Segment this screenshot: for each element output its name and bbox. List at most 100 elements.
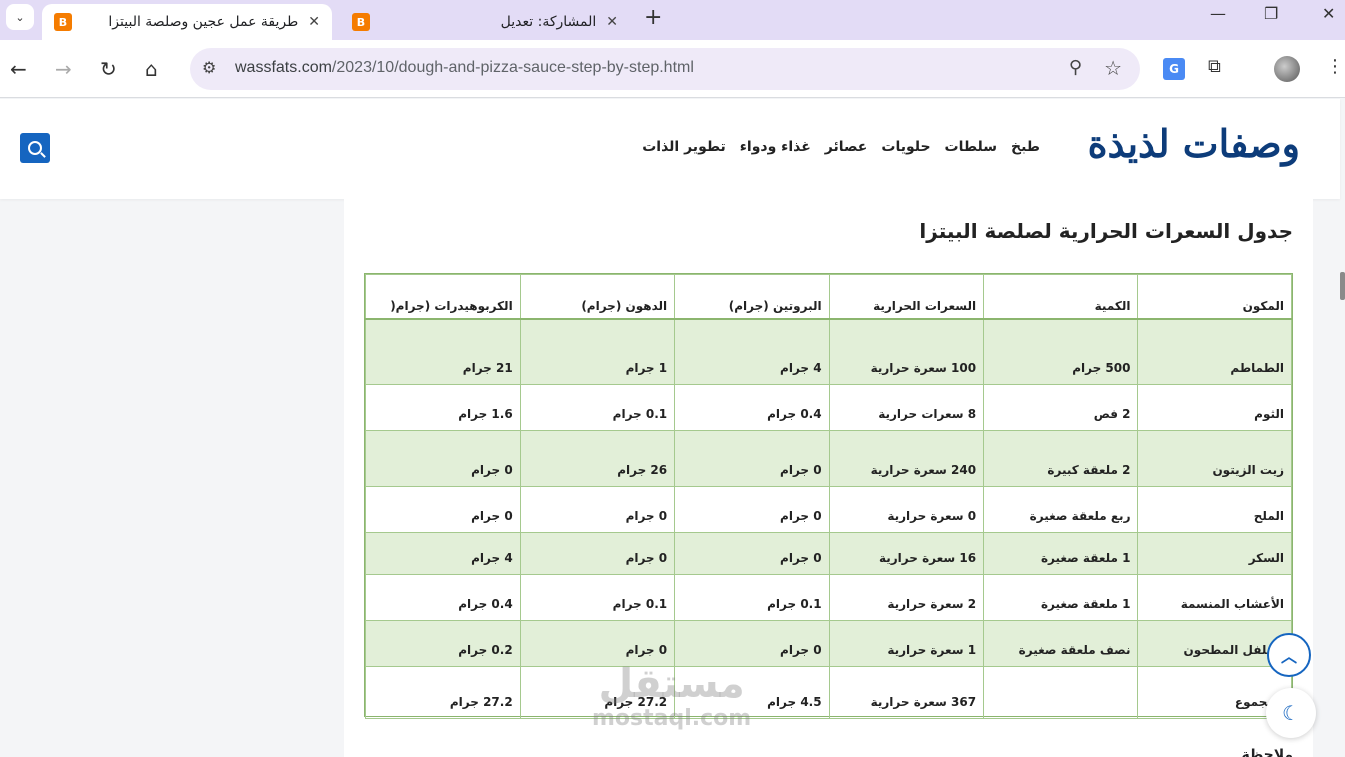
- menu-item-juices[interactable]: عصائر: [825, 139, 868, 155]
- site-logo[interactable]: وصفات لذيذة: [1088, 121, 1300, 166]
- table-cell: 0 جرام: [519, 620, 676, 667]
- table-cell: 8 سعرات حرارية: [828, 384, 985, 431]
- table-cell: 2 فص: [983, 384, 1139, 431]
- table-row: السكر 1 ملعقة صغيرة 16 سعرة حرارية 0 جرام 0 …: [365, 532, 1292, 575]
- column-header: السعرات الحرارية: [828, 274, 985, 320]
- table-cell: 1 جرام: [519, 318, 676, 385]
- article-content: جدول السعرات الحرارية لصلصة البيتزا المك…: [344, 199, 1313, 757]
- back-icon[interactable]: ←: [10, 57, 27, 81]
- url-host: wassfats.com: [235, 59, 332, 76]
- table-cell: زيت الزيتون: [1137, 430, 1292, 487]
- table-row: زيت الزيتون 2 ملعقة كبيرة 240 سعرة حرارية 0…: [365, 430, 1292, 487]
- close-tab-icon[interactable]: ✕: [606, 14, 618, 30]
- site-header: طبخ سلطات حلويات عصائر غذاء ودواء تطوير …: [0, 99, 1340, 199]
- table-cell: 100 سعرة حرارية: [828, 318, 985, 385]
- table-cell: الثوم: [1137, 384, 1292, 431]
- minimize-icon[interactable]: —: [1210, 4, 1226, 23]
- table-cell: 1 سعرة حرارية: [828, 620, 985, 667]
- table-cell: 0 جرام: [519, 532, 676, 575]
- browser-toolbar: ← → ↻ ⌂ ⚙ wassfats.com/2023/10/dough-and…: [0, 40, 1345, 98]
- menu-item-desserts[interactable]: حلويات: [881, 139, 930, 155]
- search-icon: [28, 141, 42, 155]
- menu-item-food-medicine[interactable]: غذاء ودواء: [740, 139, 811, 155]
- table-row: الأعشاب المنسمة 1 ملعقة صغيرة 2 سعرة حراري…: [365, 574, 1292, 621]
- table-cell: 27.2 جرام: [519, 666, 676, 719]
- column-header: البروتين (جرام): [674, 274, 830, 320]
- table-cell: 0 جرام: [674, 430, 830, 487]
- table-cell: 16 سعرة حرارية: [828, 532, 985, 575]
- table-cell: 0.1 جرام: [674, 574, 830, 621]
- table-cell: 27.2 جرام: [365, 666, 521, 719]
- translate-icon[interactable]: G: [1163, 58, 1185, 80]
- site-info-icon[interactable]: ⚙: [202, 58, 216, 77]
- table-cell: 1 ملعقة صغيرة: [983, 532, 1139, 575]
- table-cell: 26 جرام: [519, 430, 676, 487]
- table-cell: الأعشاب المنسمة: [1137, 574, 1292, 621]
- chevron-up-icon: ︿: [1280, 647, 1297, 666]
- page-scrollbar[interactable]: [1340, 272, 1345, 300]
- table-cell: 0.1 جرام: [519, 574, 676, 621]
- table-cell: 0 جرام: [674, 532, 830, 575]
- table-cell: 4.5 جرام: [674, 666, 830, 719]
- home-icon[interactable]: ⌂: [145, 57, 158, 81]
- table-cell: نصف ملعقة صغيرة: [983, 620, 1139, 667]
- table-cell: 1.6 جرام: [365, 384, 521, 431]
- menu-kebab-icon[interactable]: ⋮: [1326, 56, 1344, 77]
- table-header-row: المكون الكمية السعرات الحرارية البروتين …: [365, 274, 1292, 320]
- bookmark-star-icon[interactable]: ☆: [1104, 56, 1122, 80]
- profile-avatar[interactable]: [1274, 56, 1300, 82]
- table-cell: 240 سعرة حرارية: [828, 430, 985, 487]
- scroll-to-top-button[interactable]: ︿: [1267, 633, 1311, 677]
- table-cell: 2 سعرة حرارية: [828, 574, 985, 621]
- close-tab-icon[interactable]: ✕: [308, 14, 320, 30]
- table-cell: 0.1 جرام: [519, 384, 676, 431]
- next-section-heading: ملاحظة: [1241, 747, 1293, 757]
- tab-search-dropdown-icon[interactable]: ⌄: [6, 4, 34, 30]
- forward-icon[interactable]: →: [55, 57, 72, 81]
- extensions-puzzle-icon[interactable]: ⧉: [1208, 56, 1221, 77]
- restore-icon[interactable]: ❐: [1264, 4, 1278, 23]
- tab-title: طريقة عمل عجين وصلصة البيتزا: [108, 14, 299, 30]
- table-cell: 4 جرام: [365, 532, 521, 575]
- table-row: الملح ربع ملعقة صغيرة 0 سعرة حرارية 0 جرام 0…: [365, 486, 1292, 533]
- table-cell: 0.2 جرام: [365, 620, 521, 667]
- tab-title: المشاركة: تعديل: [500, 14, 597, 30]
- zoom-icon[interactable]: ⚲: [1069, 57, 1082, 78]
- column-header: الدهون (جرام): [519, 274, 676, 320]
- menu-item-salads[interactable]: سلطات: [945, 139, 997, 155]
- table-cell: 0 سعرة حرارية: [828, 486, 985, 533]
- section-heading: جدول السعرات الحرارية لصلصة البيتزا: [919, 219, 1293, 243]
- table-row: الثوم 2 فص 8 سعرات حرارية 0.4 جرام 0.1 جرام 1…: [365, 384, 1292, 431]
- table-cell: ربع ملعقة صغيرة: [983, 486, 1139, 533]
- table-cell: 500 جرام: [983, 318, 1139, 385]
- column-header: المكون: [1137, 274, 1292, 320]
- reload-icon[interactable]: ↻: [100, 57, 117, 81]
- tab-active[interactable]: B طريقة عمل عجين وصلصة البيتزا ✕: [42, 4, 332, 40]
- close-window-icon[interactable]: ✕: [1322, 4, 1335, 23]
- table-cell: 1 ملعقة صغيرة: [983, 574, 1139, 621]
- table-cell: 0.4 جرام: [674, 384, 830, 431]
- calories-table-wrapper: المكون الكمية السعرات الحرارية البروتين …: [364, 273, 1293, 719]
- dark-mode-toggle[interactable]: ☾: [1266, 688, 1316, 738]
- browser-tab-bar: ⌄ B طريقة عمل عجين وصلصة البيتزا ✕ B الم…: [0, 0, 1345, 40]
- tab-inactive[interactable]: B المشاركة: تعديل ✕: [340, 4, 630, 40]
- table-cell: 0 جرام: [365, 486, 521, 533]
- table-cell: [983, 666, 1139, 719]
- table-cell: 2 ملعقة كبيرة: [983, 430, 1139, 487]
- table-row: الفلفل المطحون نصف ملعقة صغيرة 1 سعرة حرار…: [365, 620, 1292, 667]
- new-tab-icon[interactable]: +: [644, 5, 662, 30]
- table-row: الطماطم 500 جرام 100 سعرة حرارية 4 جرام 1 جر…: [365, 318, 1292, 385]
- address-bar[interactable]: ⚙ wassfats.com/2023/10/dough-and-pizza-s…: [190, 48, 1140, 90]
- menu-item-cooking[interactable]: طبخ: [1011, 139, 1040, 155]
- blogger-favicon-icon: B: [54, 13, 72, 31]
- table-cell: 0 جرام: [674, 486, 830, 533]
- menu-item-self-development[interactable]: تطوير الذات: [642, 139, 726, 155]
- moon-icon: ☾: [1282, 701, 1300, 725]
- table-row: المجموع 367 سعرة حرارية 4.5 جرام 27.2 جرام 2…: [365, 666, 1292, 719]
- table-cell: السكر: [1137, 532, 1292, 575]
- table-cell: 0 جرام: [674, 620, 830, 667]
- url-text[interactable]: wassfats.com/2023/10/dough-and-pizza-sau…: [235, 59, 694, 77]
- table-cell: الطماطم: [1137, 318, 1292, 385]
- search-button[interactable]: [20, 133, 50, 163]
- blogger-favicon-icon: B: [352, 13, 370, 31]
